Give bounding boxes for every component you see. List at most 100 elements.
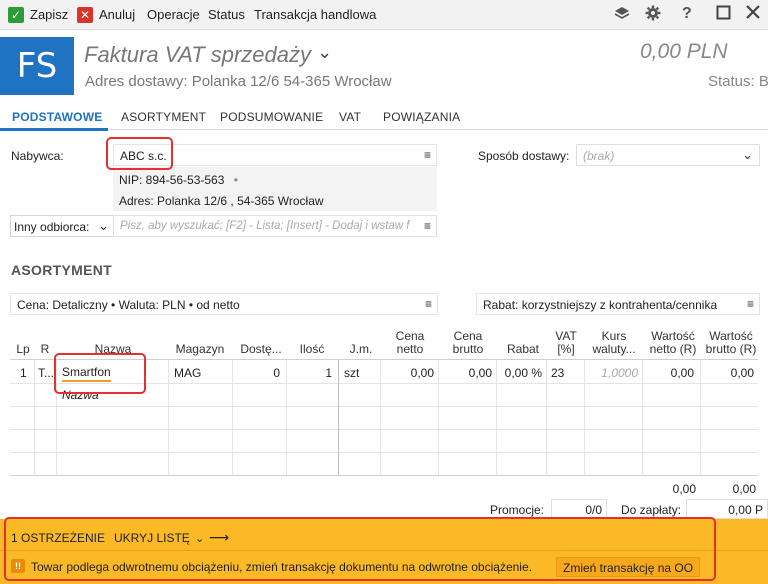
grid-col-line xyxy=(642,360,643,475)
help-icon[interactable]: ? xyxy=(682,5,692,23)
col-discount[interactable]: Rabat xyxy=(500,343,546,356)
document-title[interactable]: Faktura VAT sprzedaży ⌄ xyxy=(84,42,332,68)
col-gross-value[interactable]: Wartość brutto (R) xyxy=(702,330,760,356)
chevron-down-icon[interactable]: ⌄ xyxy=(317,42,332,62)
cell-available[interactable]: 0 xyxy=(236,366,280,380)
grid-col-line xyxy=(438,360,439,475)
cell-rate[interactable]: 1,0000 xyxy=(588,366,638,380)
col-unit[interactable]: J.m. xyxy=(344,343,378,356)
buyer-label: Nabywca: xyxy=(11,149,64,163)
col-net-price-line2: netto xyxy=(396,342,424,356)
buyer-field[interactable]: ABC s.c. ≡ xyxy=(113,144,437,166)
col-vat-line2: [%] xyxy=(557,342,575,356)
hide-list-button[interactable]: UKRYJ LISTĘ ⌄ xyxy=(114,531,204,545)
total-net-value: 0,00 xyxy=(672,482,696,496)
grid-row-line xyxy=(10,406,758,407)
warning-divider xyxy=(0,550,768,551)
operations-menu[interactable]: Operacje xyxy=(147,7,200,22)
grid-col-line xyxy=(56,360,57,475)
chevron-down-icon[interactable]: ⌄ xyxy=(742,147,753,163)
menu-icon[interactable]: ≡ xyxy=(424,148,431,162)
cell-name[interactable]: Smartfon xyxy=(62,365,111,382)
buyer-value: ABC s.c. xyxy=(120,149,167,163)
grid-row-line xyxy=(10,383,758,384)
document-amount: 0,00 PLN xyxy=(640,40,728,63)
grid-col-line xyxy=(546,360,547,475)
menu-icon[interactable]: ≡ xyxy=(424,219,431,233)
chevron-down-icon[interactable]: ⌄ xyxy=(98,218,109,234)
cell-qty[interactable]: 1 xyxy=(290,366,332,380)
price-settings-field[interactable]: Cena: Detaliczny • Waluta: PLN • od nett… xyxy=(10,293,438,315)
col-qty[interactable]: Ilość xyxy=(290,343,334,356)
col-warehouse[interactable]: Magazyn xyxy=(170,343,230,356)
new-row-name-placeholder[interactable]: Nazwa xyxy=(62,388,99,402)
tab-basic[interactable]: PODSTAWOWE xyxy=(12,110,102,124)
cell-gross-price[interactable]: 0,00 xyxy=(442,366,492,380)
promo-field[interactable]: 0/0 xyxy=(551,499,607,519)
col-net-value[interactable]: Wartość netto (R) xyxy=(644,330,702,356)
cell-vat[interactable]: 23 xyxy=(551,366,564,380)
tab-assortment[interactable]: ASORTYMENT xyxy=(121,110,206,124)
tab-vat[interactable]: VAT xyxy=(339,110,361,124)
grid-col-line xyxy=(286,360,287,475)
cell-warehouse[interactable]: MAG xyxy=(174,366,201,380)
cell-net-price[interactable]: 0,00 xyxy=(384,366,434,380)
grid-row-line xyxy=(10,452,758,453)
promo-value: 0/0 xyxy=(585,503,602,517)
cell-gross-value[interactable]: 0,00 xyxy=(704,366,754,380)
other-recipient-placeholder: Pisz, aby wyszukać; [F2] - Lista; [Inser… xyxy=(120,220,410,232)
menu-icon[interactable]: ≡ xyxy=(425,297,432,311)
change-transaction-button[interactable]: Zmień transakcję na OO xyxy=(556,557,701,577)
buyer-nip-text: NIP: 894-56-53-563 xyxy=(119,173,225,187)
other-recipient-select[interactable]: Inny odbiorca: ⌄ xyxy=(10,215,114,237)
grid-col-line xyxy=(700,360,701,475)
warning-message: Towar podlega odwrotnemu obciążeniu, zmi… xyxy=(31,560,532,574)
col-gross-price[interactable]: Cena brutto xyxy=(440,330,496,356)
save-icon: ✓ xyxy=(8,7,24,23)
trade-transaction-menu[interactable]: Transakcja handlowa xyxy=(254,7,376,22)
cell-net-value[interactable]: 0,00 xyxy=(646,366,694,380)
col-r[interactable]: R xyxy=(38,343,52,356)
promo-label: Promocje: xyxy=(490,503,545,517)
delivery-address: Adres dostawy: Polanka 12/6 54-365 Wrocł… xyxy=(85,73,392,90)
gear-icon[interactable] xyxy=(645,5,661,26)
grid-col-line xyxy=(584,360,585,475)
col-name[interactable]: Nazwa xyxy=(60,343,166,356)
col-net-price[interactable]: Cena netto xyxy=(382,330,438,356)
cell-unit[interactable]: szt xyxy=(344,366,359,380)
delivery-select[interactable]: (brak) ⌄ xyxy=(576,144,760,166)
tab-bar: PODSTAWOWE ASORTYMENT PODSUMOWANIE VAT P… xyxy=(0,104,768,131)
grid-col-line xyxy=(496,360,497,475)
col-available[interactable]: Dostę... xyxy=(236,343,286,356)
cell-discount[interactable]: 0,00 % xyxy=(498,366,542,380)
menu-icon[interactable]: ≡ xyxy=(747,297,754,311)
dot-icon: • xyxy=(233,173,238,187)
grid-row-line xyxy=(10,429,758,430)
cancel-button[interactable]: Anuluj xyxy=(99,7,135,22)
document-title-text: Faktura VAT sprzedaży xyxy=(84,42,312,67)
price-info: Cena: Detaliczny • Waluta: PLN • od nett… xyxy=(17,298,240,312)
maximize-icon[interactable] xyxy=(716,5,731,25)
cell-r[interactable]: T... xyxy=(38,366,54,380)
col-rate[interactable]: Kurs waluty... xyxy=(586,330,642,356)
status-menu[interactable]: Status xyxy=(208,7,245,22)
to-pay-value: 0,00 P xyxy=(728,503,763,517)
tab-relations[interactable]: POWIĄZANIA xyxy=(383,110,460,124)
arrow-right-icon[interactable]: ⟶ xyxy=(209,529,229,546)
col-vat[interactable]: VAT [%] xyxy=(548,330,584,356)
cell-lp[interactable]: 1 xyxy=(20,366,27,380)
to-pay-field: 0,00 P xyxy=(686,499,768,519)
layers-icon[interactable] xyxy=(614,5,630,26)
col-lp[interactable]: Lp xyxy=(14,343,32,356)
document-type-logo: FS xyxy=(0,37,74,95)
save-button[interactable]: Zapisz xyxy=(30,7,68,22)
buyer-address: Adres: Polanka 12/6 , 54-365 Wrocław xyxy=(119,194,324,208)
other-recipient-search[interactable]: Pisz, aby wyszukać; [F2] - Lista; [Inser… xyxy=(113,215,437,237)
grid-col-line xyxy=(380,360,381,475)
close-icon[interactable] xyxy=(746,5,760,24)
discount-settings-field[interactable]: Rabat: korzystniejszy z kontrahenta/cenn… xyxy=(476,293,760,315)
other-recipient-label: Inny odbiorca: xyxy=(14,220,90,234)
warning-panel: 1 OSTRZEŻENIE UKRYJ LISTĘ ⌄ ⟶ !! Towar p… xyxy=(0,519,768,584)
discount-info: Rabat: korzystniejszy z kontrahenta/cenn… xyxy=(483,298,718,312)
tab-summary[interactable]: PODSUMOWANIE xyxy=(220,110,323,124)
